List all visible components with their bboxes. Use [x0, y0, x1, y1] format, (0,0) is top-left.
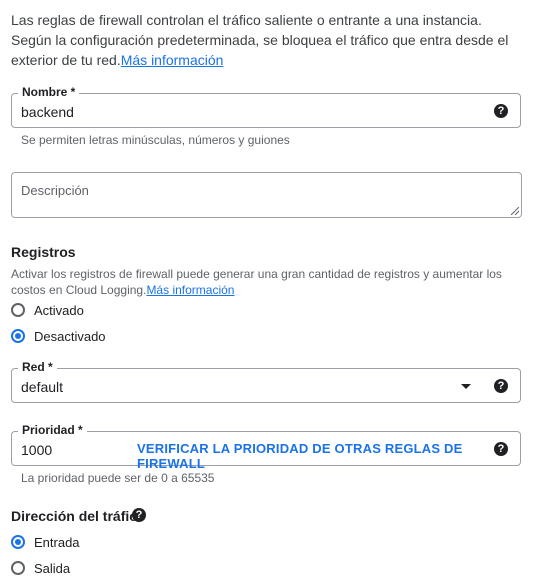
intro-paragraph: Las reglas de firewall controlan el tráf…	[11, 10, 526, 70]
dropdown-arrow-icon[interactable]	[461, 384, 471, 389]
priority-field-label: Prioridad *	[18, 423, 87, 437]
priority-field[interactable]: Prioridad * 1000 VERIFICAR LA PRIORIDAD …	[11, 423, 521, 471]
network-select[interactable]: Red * default ?	[11, 360, 521, 403]
radio-egress-label: Salida	[34, 560, 71, 576]
resize-handle-icon[interactable]	[511, 207, 519, 215]
verify-priority-button[interactable]: VERIFICAR LA PRIORIDAD DE OTRAS REGLAS D…	[137, 441, 520, 471]
direction-title-text: Dirección del tráfico	[11, 508, 146, 524]
help-icon[interactable]: ?	[494, 442, 508, 456]
priority-input-value[interactable]: 1000	[21, 442, 52, 458]
intro-more-info-link[interactable]: Más información	[121, 52, 224, 68]
radio-logs-off[interactable]: Desactivado	[11, 326, 106, 346]
radio-logs-on-label: Activado	[34, 302, 84, 318]
description-field[interactable]: Descripción	[11, 172, 522, 218]
help-icon[interactable]: ?	[132, 508, 146, 522]
name-input-value[interactable]: backend	[21, 104, 74, 120]
direction-section-title: Dirección del tráfico	[11, 508, 146, 524]
logs-more-info-link[interactable]: Más información	[146, 283, 234, 297]
radio-ingress-label: Entrada	[34, 534, 80, 550]
help-icon[interactable]: ?	[494, 379, 508, 393]
help-icon[interactable]: ?	[494, 104, 508, 118]
network-field-label: Red *	[18, 360, 57, 374]
name-helper-text: Se permiten letras minúsculas, números y…	[21, 133, 290, 147]
name-field[interactable]: Nombre * backend ?	[11, 85, 521, 128]
logs-description-text: Activar los registros de firewall puede …	[11, 267, 502, 297]
name-field-label: Nombre *	[18, 85, 80, 99]
intro-text: Las reglas de firewall controlan el tráf…	[11, 12, 509, 68]
description-placeholder: Descripción	[21, 183, 89, 198]
radio-logs-off-label: Desactivado	[34, 328, 106, 344]
logs-section-title: Registros	[11, 244, 76, 260]
radio-ingress-circle[interactable]	[11, 535, 25, 549]
radio-logs-on-circle[interactable]	[11, 303, 25, 317]
network-select-value[interactable]: default	[21, 379, 63, 395]
radio-logs-off-circle[interactable]	[11, 329, 25, 343]
radio-egress[interactable]: Salida	[11, 558, 70, 578]
radio-logs-on[interactable]: Activado	[11, 300, 84, 320]
logs-description: Activar los registros de firewall puede …	[11, 266, 521, 298]
priority-helper-text: La prioridad puede ser de 0 a 65535	[21, 471, 215, 485]
radio-egress-circle[interactable]	[11, 561, 25, 575]
radio-ingress[interactable]: Entrada	[11, 532, 80, 552]
